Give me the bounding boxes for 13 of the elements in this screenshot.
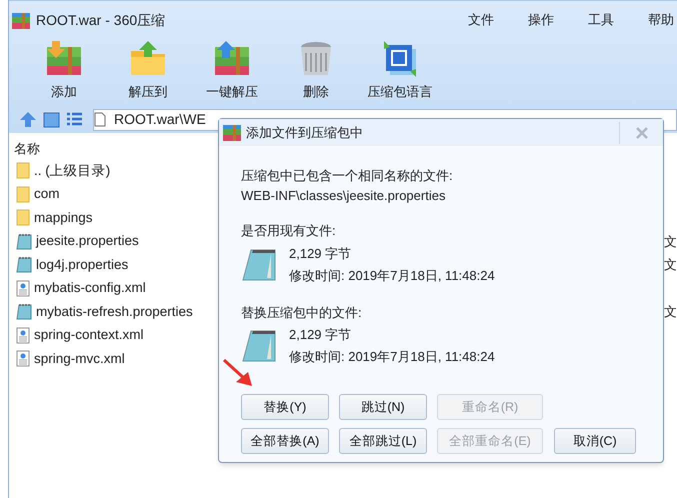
type-cell-text: 文	[664, 256, 677, 274]
type-cell-text: 文	[664, 232, 677, 250]
modified-time: 修改时间: 2019年7月18日, 11:48:24	[289, 266, 495, 284]
file-size: 2,129 字节	[289, 326, 352, 344]
type-cell-text: 文	[664, 303, 677, 321]
modified-time: 修改时间: 2019年7月18日, 11:48:24	[289, 348, 495, 366]
section-heading: 替换压缩包中的文件:	[241, 304, 363, 322]
section-heading: 是否用现有文件:	[241, 222, 337, 240]
file-size: 2,129 字节	[289, 244, 352, 262]
file-path: WEB-INF\classes\jeesite.properties	[241, 186, 446, 205]
message-text: 压缩包中已包含一个相同名称的文件:	[241, 167, 454, 185]
window-title: ROOT.war - 360压缩	[36, 10, 166, 30]
dialog-title: 添加文件到压缩包中	[246, 124, 363, 142]
